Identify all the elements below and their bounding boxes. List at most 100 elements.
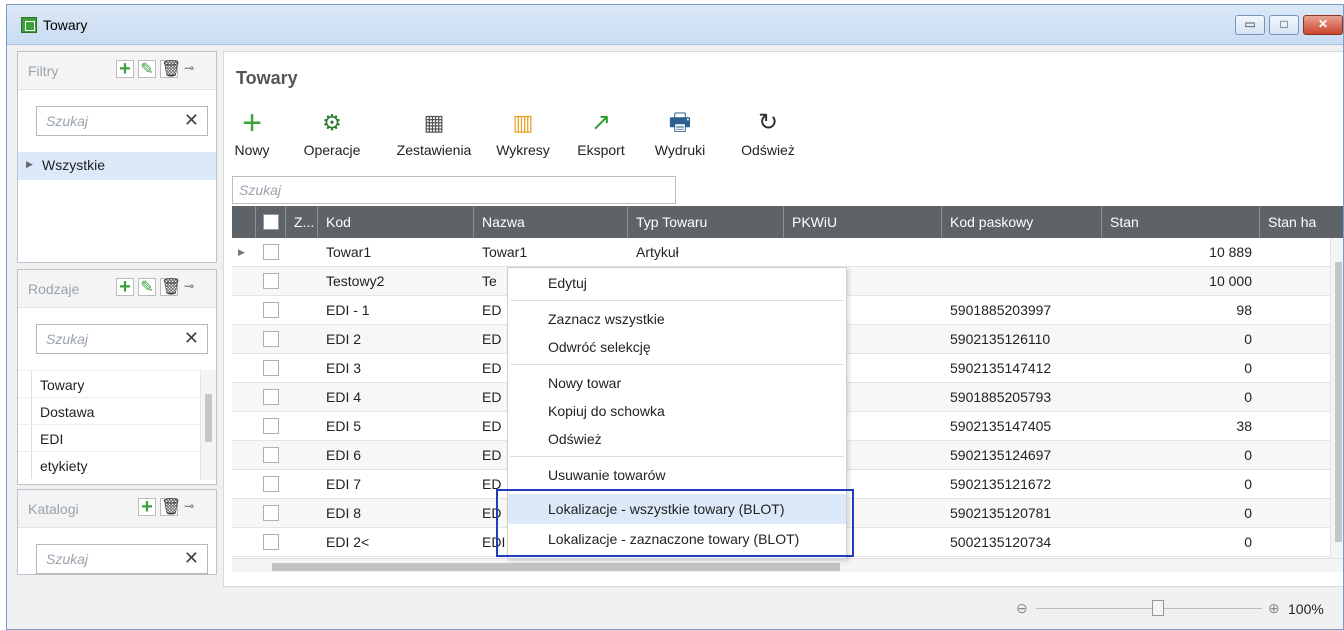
cell-kod-paskowy[interactable]: 5902135126110 [950, 325, 1102, 354]
cell-kod[interactable]: Testowy2 [326, 267, 476, 296]
table-row[interactable]: ▶ Towar1 Towar1 Artykuł 10 889 [232, 238, 1343, 267]
cell-nazwa[interactable]: Towar1 [482, 238, 622, 267]
cell-kod-paskowy[interactable]: 5902135124697 [950, 441, 1102, 470]
column-header[interactable]: Kod paskowy [942, 206, 1102, 238]
cell-stan[interactable]: 0 [1102, 383, 1252, 412]
delete-katalog-button[interactable]: 🗑 [160, 498, 181, 516]
zoom-slider-track[interactable] [1036, 608, 1262, 609]
cell-kod[interactable]: EDI 7 [326, 470, 476, 499]
cell-kod-paskowy[interactable] [950, 267, 1102, 296]
cell-stan[interactable]: 0 [1102, 354, 1252, 383]
menu-item-odswiez[interactable]: Odśwież [508, 424, 846, 454]
vertical-scrollbar[interactable] [1330, 238, 1343, 558]
katalogi-search-input[interactable]: Szukaj ✕ [36, 544, 208, 574]
cell-stan[interactable]: 0 [1102, 528, 1252, 557]
row-checkbox[interactable] [263, 389, 279, 405]
column-header[interactable]: Kod [318, 206, 474, 238]
list-item[interactable]: Dostawa [18, 397, 200, 425]
cell-kod-paskowy[interactable]: 5902135147405 [950, 412, 1102, 441]
cell-stan[interactable]: 0 [1102, 470, 1252, 499]
cell-kod[interactable]: EDI 3 [326, 354, 476, 383]
cell-kod[interactable]: EDI 5 [326, 412, 476, 441]
header-select-all[interactable] [256, 206, 286, 238]
pin-icon[interactable]: ⊸ [184, 499, 194, 513]
cell-stan[interactable]: 0 [1102, 499, 1252, 528]
column-header[interactable]: Stan ha [1260, 206, 1343, 238]
cell-stan[interactable]: 38 [1102, 412, 1252, 441]
row-checkbox[interactable] [263, 331, 279, 347]
menu-item-usuwanie[interactable]: Usuwanie towarów [508, 460, 846, 490]
column-header[interactable]: Nazwa [474, 206, 628, 238]
cell-stan[interactable]: 0 [1102, 325, 1252, 354]
zoom-out-icon[interactable]: ⊖ [1016, 600, 1028, 617]
row-checkbox[interactable] [263, 476, 279, 492]
menu-item-nowy-towar[interactable]: Nowy towar [508, 368, 846, 398]
menu-item-kopiuj[interactable]: Kopiuj do schowka [508, 396, 846, 426]
row-checkbox[interactable] [263, 447, 279, 463]
zoom-in-icon[interactable]: ⊕ [1268, 600, 1280, 617]
scrollbar-thumb[interactable] [1335, 262, 1342, 542]
wykresy-button[interactable]: ▥ Wykresy [486, 106, 560, 158]
edit-rodzaj-button[interactable]: ✎ [138, 278, 156, 296]
row-checkbox[interactable] [263, 244, 279, 260]
minimize-button[interactable]: ▭ [1235, 15, 1265, 35]
cell-kod-paskowy[interactable]: 5901885203997 [950, 296, 1102, 325]
add-filter-button[interactable]: + [116, 59, 134, 79]
horizontal-scrollbar[interactable] [232, 558, 1343, 572]
list-item[interactable]: Towary [18, 370, 200, 398]
cell-kod[interactable]: EDI 6 [326, 441, 476, 470]
clear-icon[interactable]: ✕ [184, 548, 199, 569]
list-item[interactable]: etykiety [18, 451, 200, 479]
row-checkbox[interactable] [263, 534, 279, 550]
add-rodzaj-button[interactable]: + [116, 277, 134, 297]
cell-kod-paskowy[interactable]: 5002135120734 [950, 528, 1102, 557]
edit-filter-button[interactable]: ✎ [138, 60, 156, 78]
close-button[interactable]: ✕ [1303, 15, 1343, 35]
cell-pkwiu[interactable] [792, 238, 940, 267]
grid-search-input[interactable]: Szukaj [232, 176, 676, 204]
row-checkbox[interactable] [263, 360, 279, 376]
delete-rodzaj-button[interactable]: 🗑 [160, 278, 181, 296]
column-header[interactable]: PKWiU [784, 206, 942, 238]
cell-kod[interactable]: EDI 4 [326, 383, 476, 412]
cell-kod-paskowy[interactable]: 5901885205793 [950, 383, 1102, 412]
nowy-button[interactable]: + Nowy [232, 106, 272, 158]
row-checkbox[interactable] [263, 418, 279, 434]
rodzaje-search-input[interactable]: Szukaj ✕ [36, 324, 208, 354]
cell-kod-paskowy[interactable]: 5902135121672 [950, 470, 1102, 499]
maximize-button[interactable]: □ [1269, 15, 1299, 35]
cell-kod[interactable]: EDI 8 [326, 499, 476, 528]
pin-icon[interactable]: ⊸ [184, 279, 194, 293]
cell-kod-paskowy[interactable]: 5902135147412 [950, 354, 1102, 383]
menu-item-zaznacz-wszystkie[interactable]: Zaznacz wszystkie [508, 304, 846, 334]
delete-filter-button[interactable]: 🗑 [160, 60, 181, 78]
row-checkbox[interactable] [263, 273, 279, 289]
pin-icon[interactable]: ⊸ [184, 61, 194, 75]
menu-item-odwroc-selekcje[interactable]: Odwróć selekcję [508, 332, 846, 362]
clear-icon[interactable]: ✕ [184, 110, 199, 131]
column-header[interactable]: Z... [286, 206, 318, 238]
cell-stan[interactable]: 10 000 [1102, 267, 1252, 296]
column-header[interactable]: Typ Towaru [628, 206, 784, 238]
cell-stan[interactable]: 10 889 [1102, 238, 1252, 267]
row-checkbox[interactable] [263, 302, 279, 318]
select-all-checkbox[interactable] [263, 214, 279, 230]
cell-kod[interactable]: Towar1 [326, 238, 476, 267]
cell-stan[interactable]: 0 [1102, 441, 1252, 470]
cell-typ[interactable]: Artykuł [636, 238, 784, 267]
filters-search-input[interactable]: Szukaj ✕ [36, 106, 208, 136]
expand-arrow-icon[interactable]: ▶ [26, 159, 33, 170]
cell-kod[interactable]: EDI 2 [326, 325, 476, 354]
wydruki-button[interactable]: 🖶 Wydruki [642, 106, 718, 158]
add-katalog-button[interactable]: + [138, 497, 156, 517]
cell-stan[interactable]: 98 [1102, 296, 1252, 325]
cell-kod-paskowy[interactable] [950, 238, 1102, 267]
cell-kod[interactable]: EDI 2< [326, 528, 476, 557]
rodzaje-scrollbar[interactable] [200, 370, 216, 480]
clear-icon[interactable]: ✕ [184, 328, 199, 349]
zestawienia-button[interactable]: ▦ Zestawienia [384, 106, 484, 158]
column-header[interactable]: Stan [1102, 206, 1260, 238]
row-checkbox[interactable] [263, 505, 279, 521]
odswiez-button[interactable]: ↻ Odśwież [730, 106, 806, 158]
eksport-button[interactable]: ↗ Eksport [566, 106, 636, 158]
